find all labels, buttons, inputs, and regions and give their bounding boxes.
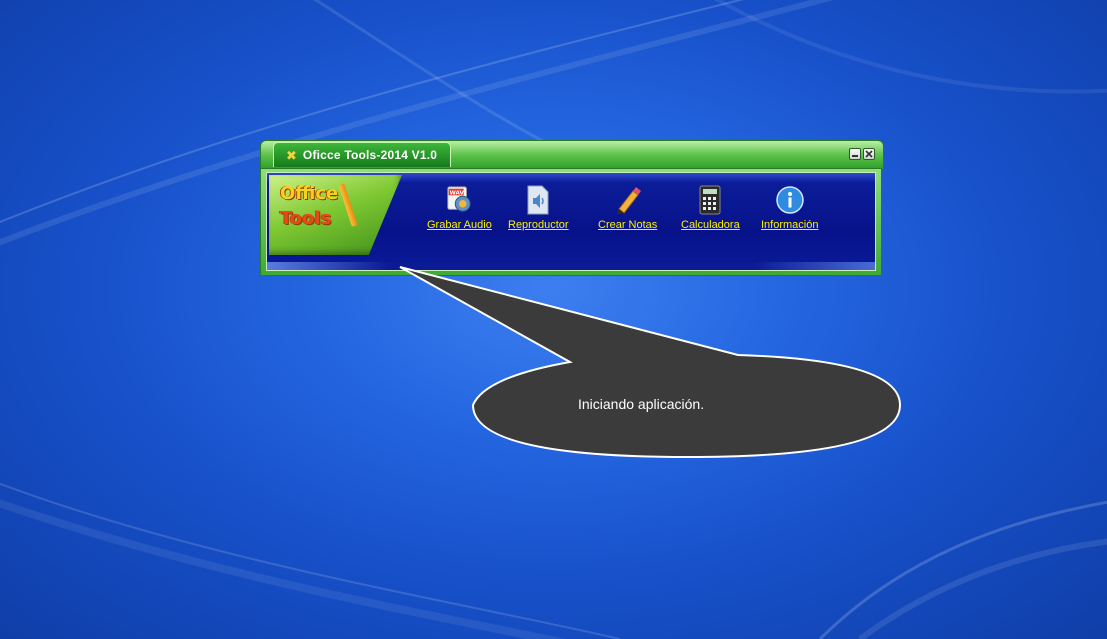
svg-text:WAV: WAV (450, 190, 465, 196)
close-button[interactable] (863, 148, 875, 160)
tool-label: Grabar Audio (427, 219, 492, 231)
tool-grabar-audio[interactable]: WAV Grabar Audio (427, 185, 492, 231)
info-icon (775, 185, 805, 215)
tool-calculadora[interactable]: Calculadora (681, 185, 740, 231)
pencil-icon (613, 185, 643, 215)
tool-crear-notas[interactable]: Crear Notas (598, 185, 657, 231)
logo-line1: Office (280, 183, 339, 204)
window-title: Oficce Tools-2014 V1.0 (302, 148, 438, 162)
tools-icon: ✖ (286, 147, 297, 163)
logo-line2: Tools (280, 208, 332, 229)
title-bar[interactable]: ✖ Oficce Tools-2014 V1.0 (260, 140, 884, 169)
player-icon (523, 185, 553, 215)
toolbar-panel: Office Tools WAV Grabar Audio Reproducto… (266, 172, 876, 271)
tool-launcher: WAV Grabar Audio Reproductor Crear Notas… (427, 185, 867, 255)
tool-label: Reproductor (508, 219, 569, 231)
tool-reproductor[interactable]: Reproductor (508, 185, 569, 231)
window-controls (849, 148, 875, 160)
notification-balloon (399, 266, 902, 459)
record-audio-icon: WAV (444, 185, 474, 215)
balloon-message: Iniciando aplicación. (578, 396, 705, 412)
office-tools-window: ✖ Oficce Tools-2014 V1.0 Office Tools WA… (260, 140, 884, 276)
window-body: Office Tools WAV Grabar Audio Reproducto… (260, 168, 882, 276)
logo-text: Office Tools (280, 181, 338, 231)
title-tab: ✖ Oficce Tools-2014 V1.0 (273, 142, 451, 167)
calculator-icon (695, 185, 725, 215)
minimize-icon (852, 155, 858, 157)
tool-label: Información (761, 219, 819, 231)
tool-informacion[interactable]: Información (761, 185, 818, 231)
minimize-button[interactable] (849, 148, 861, 160)
tool-label: Calculadora (681, 219, 740, 231)
tool-label: Crear Notas (598, 219, 658, 231)
close-icon (865, 150, 873, 158)
